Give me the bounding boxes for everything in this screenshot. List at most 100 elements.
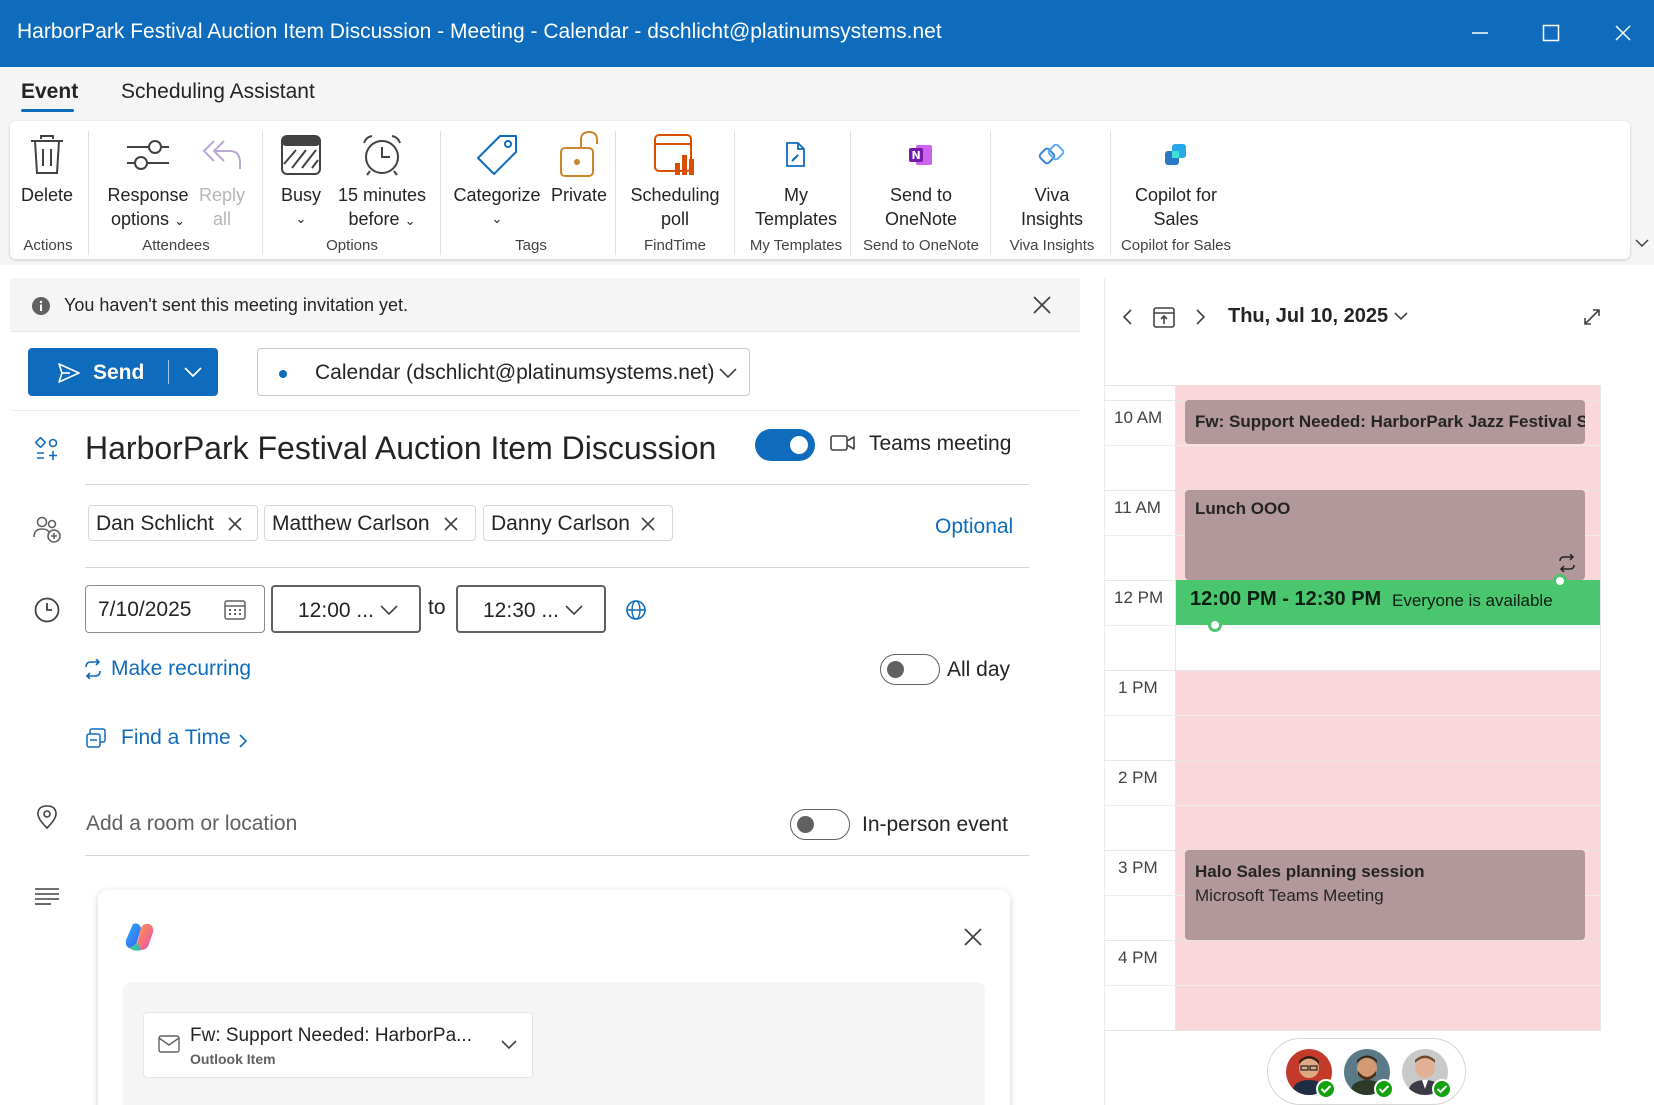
onenote-label-1: Send to (889, 185, 953, 205)
video-camera-icon (830, 435, 855, 451)
my-templates-button[interactable]: My Templates (744, 129, 848, 231)
toggle-knob (887, 661, 904, 678)
day-view-date[interactable]: Thu, Jul 10, 2025 (1228, 305, 1388, 328)
half-hour-line (1104, 985, 1601, 986)
hour-label: 12 PM (1114, 588, 1164, 607)
go-to-today-icon[interactable] (1152, 305, 1176, 329)
attendee-chip[interactable]: Danny Carlson (483, 505, 673, 541)
calendar-event[interactable]: Lunch OOO (1185, 490, 1585, 580)
info-bar: You haven't sent this meeting invitation… (10, 278, 1080, 332)
chevron-down-icon[interactable] (1393, 311, 1409, 323)
expand-icon[interactable] (1583, 308, 1601, 326)
end-time-field[interactable]: 12:30 ... (456, 585, 606, 633)
ribbon-separator (990, 131, 991, 255)
start-date-value: 7/10/2025 (98, 598, 192, 621)
teams-meeting-toggle[interactable] (755, 429, 815, 461)
calendar-selector[interactable]: Calendar (dschlicht@platinumsystems.net) (257, 348, 750, 396)
attendee-chip[interactable]: Dan Schlicht (88, 505, 258, 541)
ribbon-separator (850, 131, 851, 255)
chevron-down-icon: ⌄ (491, 211, 503, 226)
chevron-left-icon[interactable] (1121, 308, 1133, 326)
close-icon[interactable] (1032, 295, 1052, 315)
calendar-icon[interactable] (224, 600, 246, 620)
chevron-down-icon[interactable] (500, 1039, 518, 1051)
attendee-avatars (1267, 1038, 1466, 1105)
chevron-down-icon: ⌄ (295, 211, 307, 226)
close-window-button[interactable] (1603, 14, 1643, 52)
trash-icon (31, 135, 63, 174)
remove-attendee-icon[interactable] (444, 517, 458, 531)
scheduling-poll-button[interactable]: Scheduling poll (624, 129, 726, 231)
hour-label: 4 PM (1118, 948, 1158, 967)
ribbon-separator (262, 131, 263, 255)
proposed-meeting-slot[interactable]: 12:00 PM - 12:30 PM Everyone is availabl… (1176, 580, 1600, 625)
scheduling-poll-label-2: poll (660, 209, 690, 229)
calendar-event[interactable]: Fw: Support Needed: HarborPark Jazz Fest… (1185, 400, 1585, 444)
chevron-right-icon (239, 734, 248, 748)
ribbon-separator (88, 131, 89, 255)
viva-insights-button[interactable]: Viva Insights (1000, 129, 1104, 231)
make-recurring-link[interactable]: Make recurring (111, 657, 251, 681)
find-a-time-link[interactable]: Find a Time (121, 726, 231, 750)
divider (85, 567, 1029, 568)
private-button[interactable]: Private (544, 129, 614, 207)
group-viva-insights-label: Viva Insights (1009, 237, 1095, 254)
maximize-button[interactable] (1531, 14, 1571, 52)
optional-attendees-link[interactable]: Optional (935, 515, 1013, 539)
in-person-label: In-person event (862, 813, 1008, 836)
reminder-label-1: 15 minutes (337, 185, 427, 205)
send-to-onenote-button[interactable]: N Send to OneNote (860, 129, 982, 231)
resize-handle-bottom[interactable] (1208, 618, 1222, 632)
attached-item[interactable]: Fw: Support Needed: HarborPa... Outlook … (143, 1012, 533, 1078)
in-person-toggle[interactable] (790, 809, 850, 840)
chevron-right-icon[interactable] (1195, 308, 1207, 326)
all-day-toggle[interactable] (880, 654, 940, 685)
clock-icon (34, 597, 60, 623)
response-options-button[interactable]: Response options ⌄ (102, 129, 194, 233)
group-onenote-label: Send to OneNote (863, 237, 979, 254)
expand-ribbon-chevron-icon[interactable] (1634, 236, 1650, 250)
free-slot (1176, 625, 1600, 670)
event-subtitle: Microsoft Teams Meeting (1195, 886, 1384, 905)
reply-all-label-1: Reply (198, 185, 246, 205)
send-label: Send (93, 361, 145, 384)
attendee-chip[interactable]: Matthew Carlson (264, 505, 476, 541)
send-button[interactable]: Send (28, 348, 218, 396)
onenote-icon: N (909, 145, 932, 165)
busy-button[interactable]: Busy ⌄ (272, 129, 330, 231)
start-time-field[interactable]: 12:00 ... (271, 585, 421, 633)
reply-all-button[interactable]: Reply all (192, 129, 252, 231)
attached-item-title: Fw: Support Needed: HarborPa... (190, 1025, 472, 1046)
tab-event[interactable]: Event (21, 80, 78, 104)
chevron-down-icon (719, 368, 737, 379)
copilot-for-sales-button[interactable]: Copilot for Sales (1114, 129, 1238, 231)
all-day-label: All day (947, 658, 1011, 681)
minimize-button[interactable] (1460, 14, 1500, 52)
to-label: to (428, 596, 446, 619)
tab-scheduling-assistant[interactable]: Scheduling Assistant (121, 80, 315, 104)
response-options-label-2: options (111, 209, 170, 229)
response-options-icon (127, 140, 169, 170)
hour-label: 11 AM (1114, 498, 1161, 517)
calendar-event[interactable]: Halo Sales planning session Microsoft Te… (1185, 850, 1585, 940)
delete-button[interactable]: Delete (12, 129, 82, 207)
ribbon: Delete Actions Response options ⌄ Reply … (10, 121, 1630, 259)
categorize-button[interactable]: Categorize ⌄ (452, 129, 542, 231)
resize-handle-top[interactable] (1553, 574, 1567, 588)
start-date-field[interactable]: 7/10/2025 (85, 585, 265, 633)
available-check-icon (1432, 1079, 1452, 1099)
globe-icon[interactable] (625, 599, 647, 621)
close-icon[interactable] (963, 927, 983, 947)
remove-attendee-icon[interactable] (228, 517, 242, 531)
event-title: Fw: Support Needed: HarborPark Jazz Fest… (1195, 412, 1585, 431)
subject-input[interactable]: HarborPark Festival Auction Item Discuss… (85, 430, 716, 467)
copilot-sales-label-2: Sales (1153, 209, 1199, 229)
chevron-down-icon[interactable] (183, 366, 203, 378)
ribbon-tabs: Event Scheduling Assistant (0, 67, 1654, 120)
divider (85, 855, 1029, 856)
reminder-button[interactable]: 15 minutes before ⌄ (334, 129, 430, 233)
hour-label: 3 PM (1118, 858, 1158, 877)
hour-line (1104, 940, 1601, 941)
remove-attendee-icon[interactable] (641, 517, 655, 531)
location-input[interactable]: Add a room or location (86, 812, 297, 836)
